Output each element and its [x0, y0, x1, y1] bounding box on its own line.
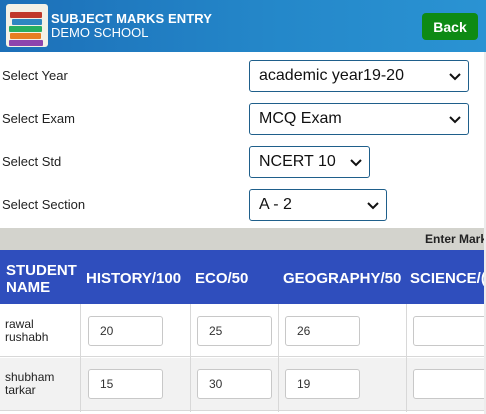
back-button[interactable]: Back: [422, 13, 478, 40]
column-divider: [406, 304, 407, 412]
eco-mark-input[interactable]: 25: [197, 316, 272, 346]
school-name: DEMO SCHOOL: [51, 25, 149, 40]
exam-select[interactable]: MCQ Exam: [249, 103, 469, 135]
chevron-down-icon: [367, 202, 379, 210]
geography-mark-input[interactable]: 19: [285, 369, 360, 399]
column-divider: [278, 304, 279, 412]
app-header: SUBJECT MARKS ENTRY DEMO SCHOOL Back: [0, 0, 486, 52]
column-header-science: SCIENCE/(: [410, 270, 486, 287]
enter-marks-bar: [0, 228, 486, 250]
year-select[interactable]: academic year19-20: [249, 60, 469, 92]
exam-label: Select Exam: [2, 111, 75, 126]
section-select[interactable]: A - 2: [249, 189, 387, 221]
school-logo: [6, 4, 48, 47]
column-header-student-name: STUDENT NAME: [6, 262, 77, 296]
column-divider: [80, 304, 81, 412]
column-header-history: HISTORY/100: [86, 270, 182, 287]
history-mark-input[interactable]: 15: [88, 369, 163, 399]
science-mark-input[interactable]: [413, 369, 486, 399]
std-select-value: NCERT 10: [259, 153, 336, 170]
geography-mark-input[interactable]: 26: [285, 316, 360, 346]
exam-select-value: MCQ Exam: [259, 110, 342, 127]
section-label: Select Section: [2, 197, 86, 212]
column-divider: [190, 304, 191, 412]
year-select-value: academic year19-20: [259, 67, 404, 84]
std-label: Select Std: [2, 154, 62, 169]
std-select[interactable]: NCERT 10: [249, 146, 370, 178]
app-title: SUBJECT MARKS ENTRY: [51, 11, 213, 26]
student-name: shubham tarkar: [5, 370, 55, 397]
history-mark-input[interactable]: 20: [88, 316, 163, 346]
eco-mark-input[interactable]: 30: [197, 369, 272, 399]
student-name: rawal rushabh: [5, 317, 49, 344]
column-header-eco: ECO/50: [195, 270, 249, 287]
chevron-down-icon: [449, 73, 461, 81]
section-select-value: A - 2: [259, 196, 292, 213]
enter-marks-text: Enter Mark: [425, 232, 486, 246]
year-label: Select Year: [2, 68, 68, 83]
column-header-geography: GEOGRAPHY/50: [283, 270, 402, 287]
chevron-down-icon: [449, 116, 461, 124]
science-mark-input[interactable]: [413, 316, 486, 346]
chevron-down-icon: [350, 159, 362, 167]
